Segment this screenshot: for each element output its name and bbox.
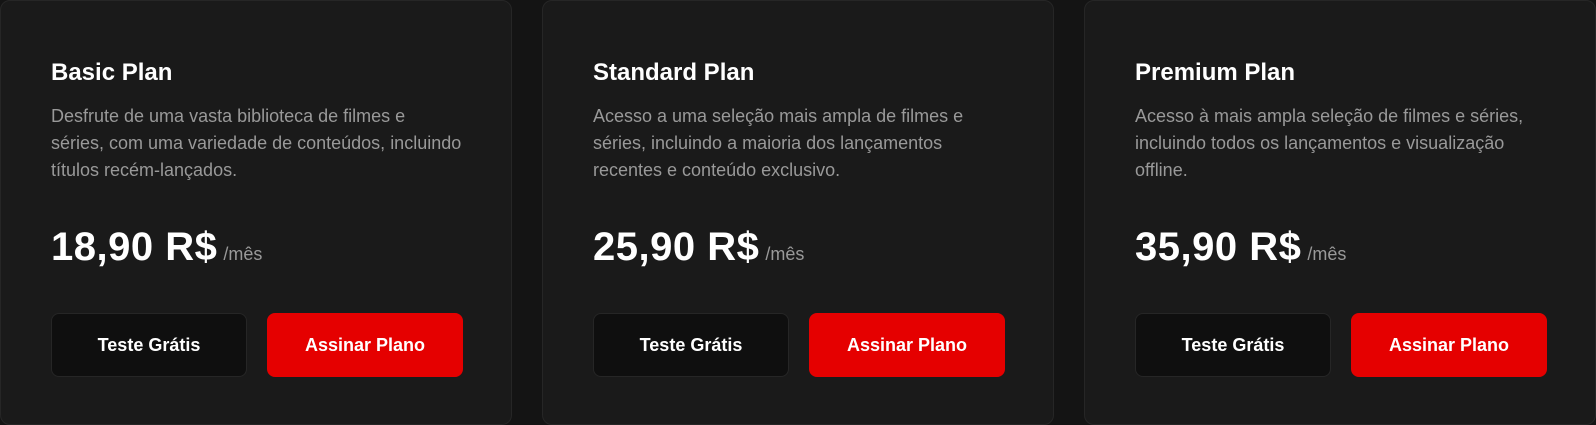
pricing-plans: Basic Plan Desfrute de uma vasta bibliot…	[0, 0, 1596, 425]
plan-period: /mês	[765, 244, 805, 264]
plan-period: /mês	[223, 244, 263, 264]
free-trial-button[interactable]: Teste Grátis	[1135, 313, 1331, 377]
plan-description: Acesso à mais ampla seleção de filmes e …	[1135, 106, 1524, 180]
subscribe-button[interactable]: Assinar Plano	[267, 313, 463, 377]
price-row: 25,90 R$ /mês	[593, 222, 1003, 272]
plan-price: 35,90 R$	[1135, 225, 1302, 269]
plan-card-premium: Premium Plan Acesso à mais ampla seleção…	[1084, 0, 1596, 425]
plan-period: /mês	[1307, 244, 1347, 264]
plan-actions: Teste Grátis Assinar Plano	[51, 313, 463, 377]
plan-price: 25,90 R$	[593, 225, 760, 269]
plan-description: Acesso a uma seleção mais ampla de filme…	[593, 106, 964, 180]
plan-card-standard: Standard Plan Acesso a uma seleção mais …	[542, 0, 1054, 425]
plan-actions: Teste Grátis Assinar Plano	[1135, 313, 1547, 377]
plan-description: Desfrute de uma vasta biblioteca de film…	[51, 106, 462, 180]
plan-actions: Teste Grátis Assinar Plano	[593, 313, 1005, 377]
free-trial-button[interactable]: Teste Grátis	[593, 313, 789, 377]
subscribe-button[interactable]: Assinar Plano	[1351, 313, 1547, 377]
plan-price: 18,90 R$	[51, 225, 218, 269]
plan-card-basic: Basic Plan Desfrute de uma vasta bibliot…	[0, 0, 512, 425]
price-row: 18,90 R$ /mês	[51, 222, 461, 272]
plan-title: Basic Plan	[51, 59, 173, 86]
free-trial-button[interactable]: Teste Grátis	[51, 313, 247, 377]
subscribe-button[interactable]: Assinar Plano	[809, 313, 1005, 377]
plan-title: Standard Plan	[593, 59, 755, 86]
price-row: 35,90 R$ /mês	[1135, 222, 1545, 272]
plan-title: Premium Plan	[1135, 59, 1296, 86]
